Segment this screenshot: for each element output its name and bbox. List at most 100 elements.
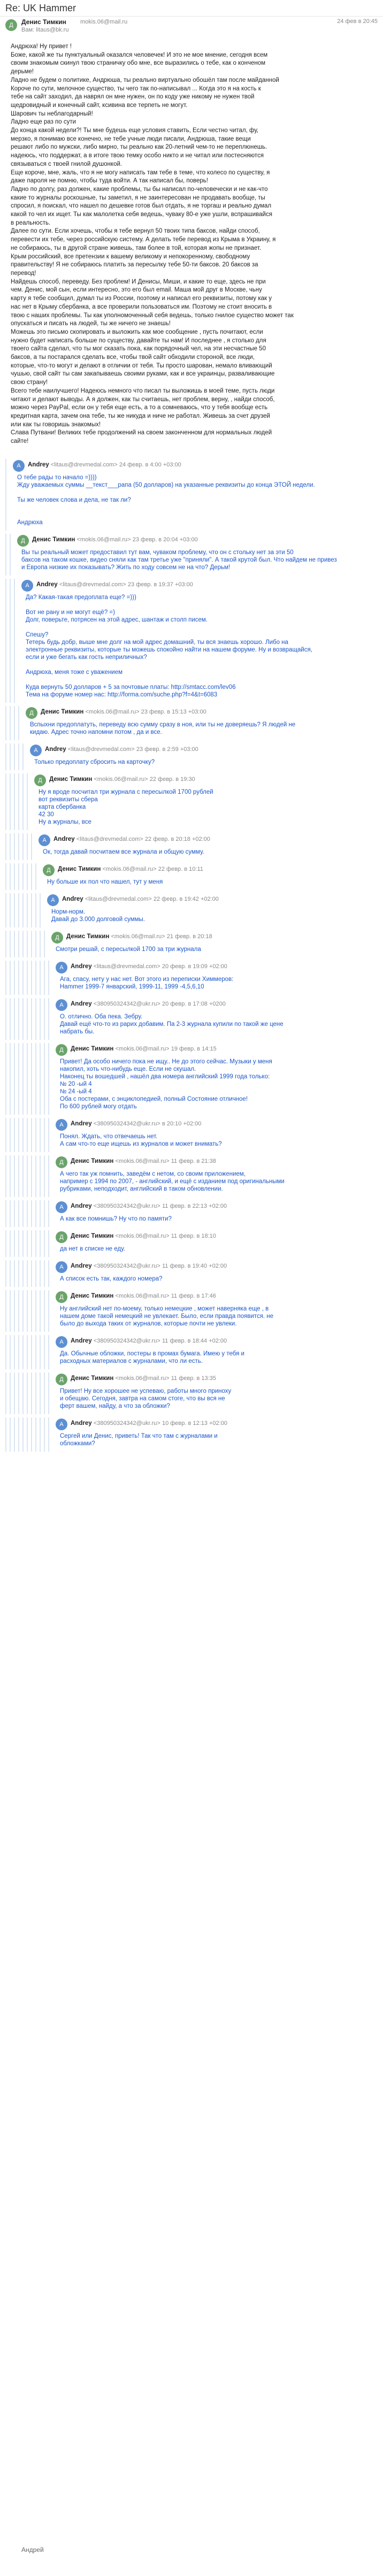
- message-date: 24 фев в 20:45: [337, 18, 378, 25]
- quoted-sender-email[interactable]: <mokis.06@mail.ru>: [102, 866, 156, 872]
- quoted-line: электронные реквизиты, которые ты можешь…: [26, 646, 312, 653]
- quoted-sender-email[interactable]: <mokis.06@mail.ru>: [111, 933, 165, 940]
- quoted-sender-email[interactable]: <litaus@drevmedal.com>: [76, 836, 143, 842]
- avatar[interactable]: A: [56, 1201, 67, 1213]
- sender-email[interactable]: mokis.06@mail.ru: [80, 19, 127, 25]
- quoted-date: в 20:10 +02:00: [162, 1120, 202, 1127]
- quoted-sender-name[interactable]: Andrey: [71, 1121, 92, 1127]
- body-line: До конца какой недели?! Ты мне будешь ещ…: [11, 127, 259, 134]
- quoted-sender-name[interactable]: Andrey: [45, 746, 66, 753]
- avatar[interactable]: Д: [56, 1044, 67, 1056]
- avatar[interactable]: Д: [56, 1156, 67, 1168]
- quoted-sender-email[interactable]: <380950324342@ukr.ru>: [94, 1001, 160, 1007]
- quote-bar: [40, 1155, 41, 1197]
- quoted-sender-email[interactable]: <litaus@drevmedal.com>: [94, 963, 160, 970]
- quoted-sender-email[interactable]: <380950324342@ukr.ru>: [94, 1263, 160, 1269]
- quote-bar: [18, 1335, 19, 1369]
- quoted-sender-email[interactable]: <litaus@drevmedal.com>: [59, 581, 126, 588]
- quoted-sender-name[interactable]: Andrey: [53, 836, 75, 842]
- quote-bar: [22, 833, 24, 860]
- body-line: спросил, я поискал, что нашел по дешевке…: [11, 203, 272, 210]
- quoted-sender-name[interactable]: Andrey: [71, 1001, 92, 1007]
- quoted-sender-name[interactable]: Денис Тимкин: [71, 1375, 113, 1382]
- avatar[interactable]: A: [56, 1336, 67, 1348]
- quoted-header: Денис Тимкин <mokis.06@mail.ru> 11 февр.…: [71, 1375, 216, 1382]
- quoted-sender-name[interactable]: Andrey: [36, 581, 58, 588]
- quoted-sender-name[interactable]: Денис Тимкин: [71, 1158, 113, 1164]
- quoted-sender-name[interactable]: Andrey: [71, 1420, 92, 1427]
- quote-bar: [5, 1372, 6, 1414]
- quoted-body: Понял. Ждать, что отвечаешь нет. А сам чт…: [60, 1133, 222, 1148]
- quoted-sender-email[interactable]: <mokis.06@mail.ru>: [85, 709, 139, 715]
- avatar[interactable]: A: [56, 1418, 67, 1430]
- quoted-line: Наконец ты вошедшей , нашёл два номера а…: [60, 1073, 270, 1080]
- quote-bar: [44, 1042, 45, 1115]
- avatar[interactable]: Д: [56, 1373, 67, 1385]
- sender-name[interactable]: Денис Тимкин: [21, 18, 66, 26]
- quoted-sender-email[interactable]: <mokis.06@mail.ru>: [115, 1293, 169, 1299]
- avatar[interactable]: Д: [51, 931, 63, 944]
- quoted-sender-name[interactable]: Денис Тимкин: [71, 1046, 113, 1052]
- quoted-sender-email[interactable]: <380950324342@ukr.ru>: [94, 1338, 160, 1344]
- quoted-sender-name[interactable]: Andrey: [71, 1338, 92, 1344]
- avatar[interactable]: Д: [26, 707, 37, 719]
- avatar[interactable]: A: [21, 579, 33, 592]
- quoted-sender-email[interactable]: <380950324342@ukr.ru>: [94, 1420, 160, 1427]
- quoted-line: например с 1994 по 2007, - английский, и…: [60, 1178, 285, 1185]
- quoted-sender-name[interactable]: Andrey: [62, 896, 83, 902]
- quoted-sender-name[interactable]: Денис Тимкин: [41, 709, 83, 715]
- body-line: карту я тебе сообщил, думал ты из России…: [11, 295, 272, 302]
- quoted-date: 11 февр. в 13:35: [171, 1375, 216, 1382]
- avatar[interactable]: Д: [5, 19, 17, 31]
- avatar[interactable]: A: [56, 1261, 67, 1273]
- quoted-sender-email[interactable]: <mokis.06@mail.ru>: [76, 536, 131, 543]
- quote-bar: [31, 1230, 32, 1257]
- quoted-sender-email[interactable]: <mokis.06@mail.ru>: [94, 776, 148, 783]
- body-line: Слава Путвани! Великих тебе продолжений …: [11, 430, 272, 436]
- quoted-sender-name[interactable]: Денис Тимкин: [32, 536, 75, 543]
- quoted-sender-email[interactable]: <mokis.06@mail.ru>: [115, 1158, 169, 1164]
- quoted-sender-name[interactable]: Денис Тимкин: [71, 1293, 113, 1299]
- quote-bar: [14, 1260, 15, 1287]
- avatar[interactable]: A: [56, 961, 67, 973]
- avatar[interactable]: Д: [17, 534, 29, 547]
- quoted-sender-email[interactable]: <mokis.06@mail.ru>: [115, 1233, 169, 1239]
- avatar[interactable]: A: [56, 1118, 67, 1131]
- quoted-sender-name[interactable]: Andrey: [71, 1203, 92, 1209]
- avatar[interactable]: Д: [34, 774, 46, 786]
- avatar[interactable]: A: [13, 459, 25, 472]
- quoted-sender-name[interactable]: Денис Тимкин: [66, 933, 109, 940]
- quote-bar: [18, 1155, 19, 1197]
- quote-bar: [35, 998, 36, 1040]
- quote-bar: [18, 930, 19, 957]
- avatar[interactable]: A: [56, 999, 67, 1011]
- quoted-header: Денис Тимкин <mokis.06@mail.ru> 23 февр.…: [41, 708, 206, 716]
- avatar[interactable]: A: [47, 894, 59, 906]
- quoted-sender-name[interactable]: Денис Тимкин: [71, 1233, 113, 1239]
- quoted-line: Да? Какая-такая предоплата еще? =))): [26, 594, 136, 601]
- quoted-line: Ок, тогда давай посчитаем все журнала и …: [43, 848, 204, 855]
- to-email[interactable]: litaus@bk.ru: [36, 27, 68, 33]
- quoted-sender-name[interactable]: Денис Тимкин: [49, 776, 92, 783]
- quoted-sender-email[interactable]: <380950324342@ukr.ru>: [94, 1121, 160, 1127]
- quoted-line: № 20 -ый 4: [60, 1080, 92, 1087]
- quoted-sender-name[interactable]: Andrey: [71, 1263, 92, 1269]
- quoted-sender-email[interactable]: <litaus@drevmedal.com>: [68, 746, 135, 753]
- avatar[interactable]: A: [39, 834, 50, 846]
- quoted-sender-name[interactable]: Денис Тимкин: [58, 866, 101, 872]
- signature: Андрей: [21, 2546, 44, 2554]
- avatar[interactable]: Д: [43, 864, 55, 876]
- avatar[interactable]: Д: [56, 1291, 67, 1303]
- avatar[interactable]: A: [30, 744, 42, 756]
- quoted-sender-email[interactable]: <litaus@drevmedal.com>: [85, 896, 152, 902]
- quote-bar: [22, 1417, 24, 1452]
- avatar[interactable]: Д: [56, 1231, 67, 1243]
- quoted-sender-email[interactable]: <mokis.06@mail.ru>: [115, 1375, 169, 1382]
- quoted-sender-email[interactable]: <mokis.06@mail.ru>: [115, 1046, 169, 1052]
- quoted-message: A Andrey <litaus@drevmedal.com> 23 февр. …: [5, 578, 378, 703]
- quoted-sender-name[interactable]: Andrey: [71, 963, 92, 970]
- quoted-sender-email[interactable]: <litaus@drevmedal.com>: [51, 462, 118, 468]
- quoted-sender-email[interactable]: <380950324342@ukr.ru>: [94, 1203, 160, 1209]
- quoted-sender-name[interactable]: Andrey: [28, 462, 49, 468]
- quote-bar: [14, 1155, 15, 1197]
